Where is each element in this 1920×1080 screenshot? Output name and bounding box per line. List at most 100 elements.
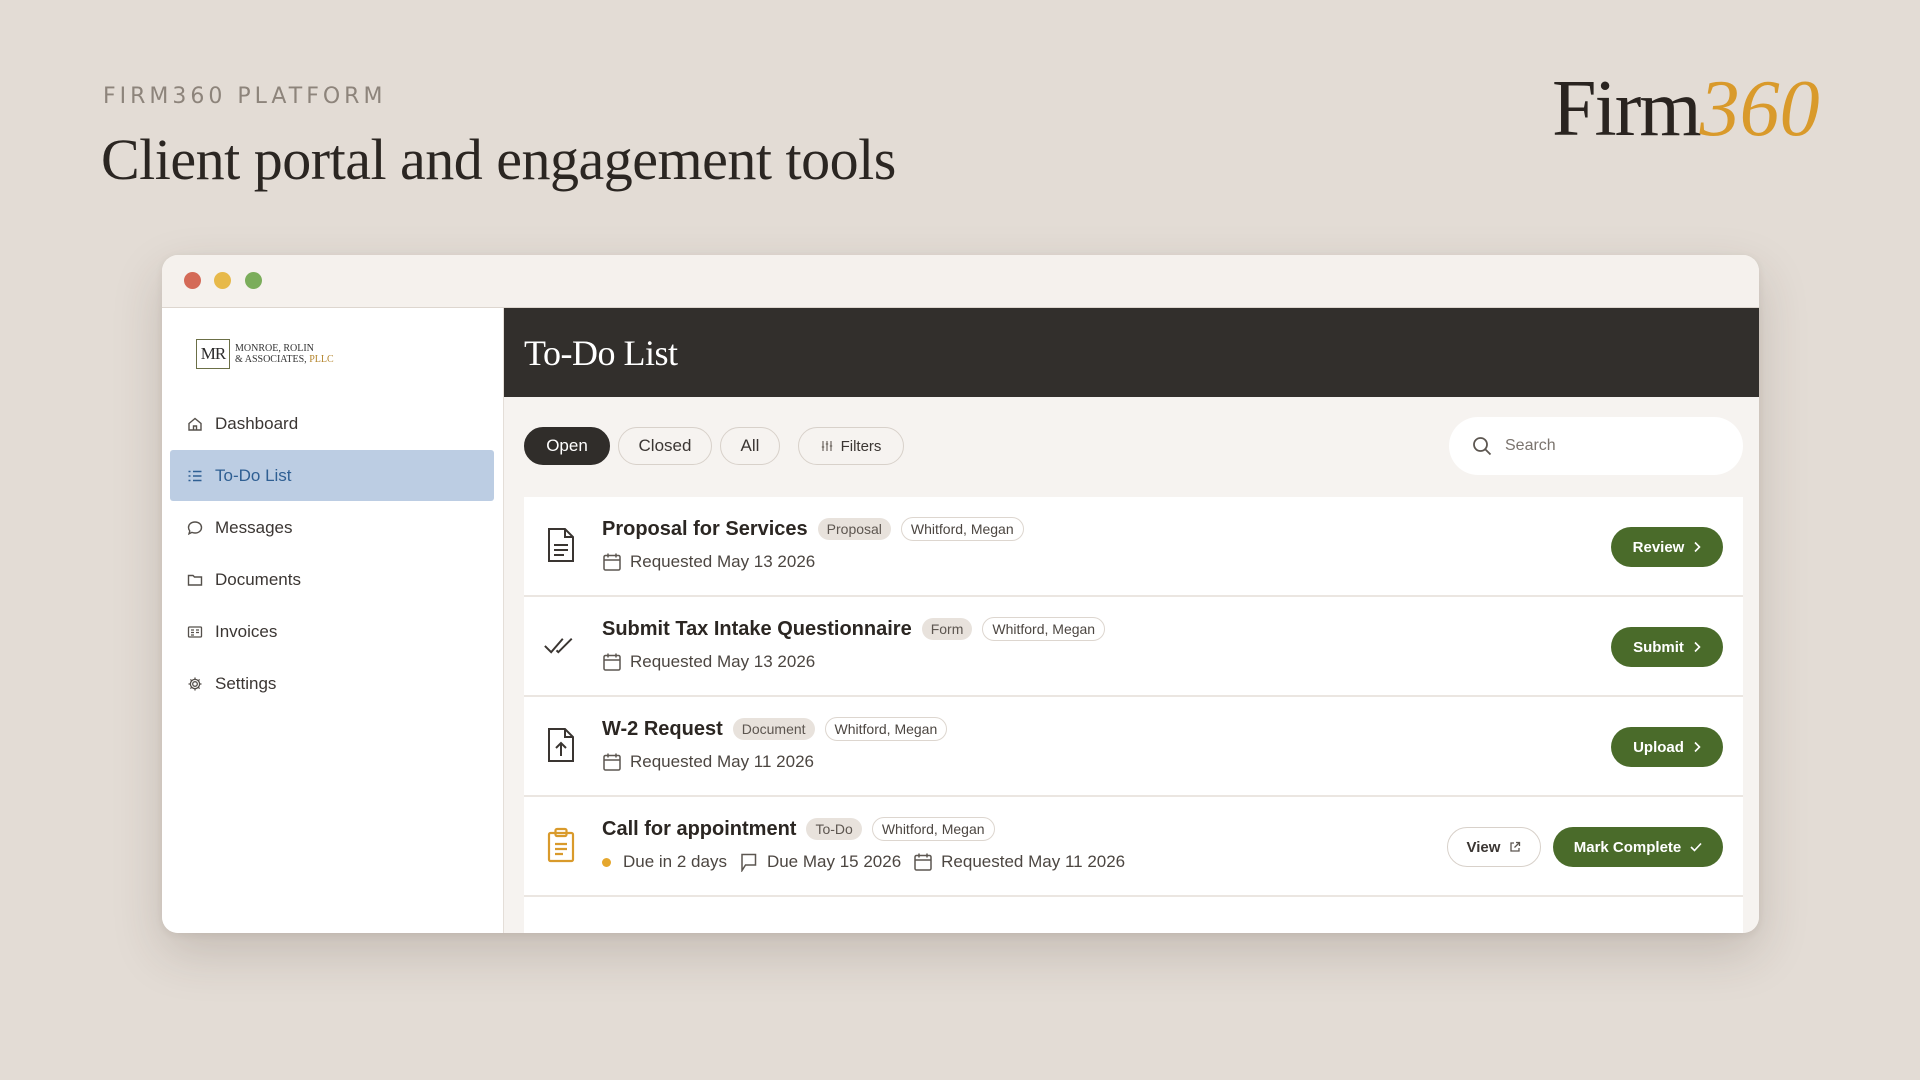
todo-due-date: Due May 15 2026	[739, 852, 901, 872]
todo-title: Call for appointment	[602, 817, 797, 840]
view-button-label: View	[1466, 838, 1501, 856]
clipboard-icon	[544, 825, 578, 865]
sidebar-item-label: To-Do List	[215, 465, 292, 485]
sidebar-item-label: Documents	[215, 569, 301, 589]
todo-type-badge: Proposal	[817, 518, 891, 540]
todo-meta: Requested May 13 2026	[602, 552, 827, 572]
todo-requested-date: Requested May 13 2026	[630, 552, 816, 571]
document-icon	[544, 525, 578, 565]
todo-type-badge: Form	[921, 618, 973, 640]
upload-button-label: Upload	[1633, 738, 1684, 756]
todo-title: Submit Tax Intake Questionnaire	[602, 617, 912, 640]
file-upload-icon	[544, 725, 578, 765]
todo-meta: Due in 2 days Due May 15 2026 Requested …	[602, 852, 1137, 872]
filters-button[interactable]: Filters	[798, 427, 904, 465]
tab-open[interactable]: Open	[524, 427, 610, 465]
sidebar-item-dashboard[interactable]: Dashboard	[170, 398, 494, 449]
todo-meta: Requested May 11 2026	[602, 752, 826, 772]
chevron-right-icon	[1693, 541, 1701, 553]
firm-logo-line2: & ASSOCIATES, PLLC	[235, 354, 334, 365]
todo-requested-date: Requested May 11 2026	[630, 752, 814, 771]
todo-due-status: Due in 2 days	[602, 852, 727, 872]
calendar-icon	[602, 552, 622, 572]
external-link-icon	[1509, 841, 1521, 853]
todo-list: Proposal for Services Proposal Whitford,…	[524, 497, 1743, 933]
calendar-icon	[913, 852, 933, 872]
todo-title-line: Submit Tax Intake Questionnaire Form Whi…	[602, 617, 1115, 641]
todo-toolbar: Open Closed All Filters	[504, 397, 1759, 497]
firm-logo-name: MONROE, ROLIN & ASSOCIATES, PLLC	[235, 343, 334, 365]
todo-item-w2-request[interactable]: W-2 Request Document Whitford, Megan Req…	[524, 697, 1743, 797]
sidebar-item-invoices[interactable]: Invoices	[170, 606, 494, 657]
todo-requested: Requested May 11 2026	[913, 852, 1125, 872]
flag-icon	[739, 852, 759, 872]
todo-item-call-appointment[interactable]: Call for appointment To-Do Whitford, Meg…	[524, 797, 1743, 897]
sidebar-item-label: Dashboard	[215, 413, 299, 433]
brand-number: 360	[1699, 65, 1820, 153]
todo-title-line: W-2 Request Document Whitford, Megan	[602, 717, 957, 741]
list-icon	[186, 467, 204, 485]
minimize-window-button[interactable]	[214, 272, 231, 289]
chat-bubble-icon	[186, 519, 204, 537]
mark-complete-button-label: Mark Complete	[1573, 838, 1682, 856]
firm-logo[interactable]: MR MONROE, ROLIN & ASSOCIATES, PLLC	[196, 338, 334, 370]
calendar-icon	[602, 752, 622, 772]
todo-assignee-badge: Whitford, Megan	[824, 717, 948, 741]
page-header: To-Do List	[504, 308, 1759, 397]
sidebar-item-label: Invoices	[215, 621, 278, 641]
due-soon-indicator	[602, 857, 611, 867]
folder-icon	[186, 571, 204, 589]
slide-headline: Client portal and engagement tools	[101, 127, 896, 192]
close-window-button[interactable]	[184, 272, 201, 289]
invoice-icon	[186, 623, 204, 641]
sidebar-item-todo-list[interactable]: To-Do List	[170, 450, 494, 501]
sliders-icon	[821, 440, 833, 452]
sidebar-item-messages[interactable]: Messages	[170, 502, 494, 553]
app-window: MR MONROE, ROLIN & ASSOCIATES, PLLC Dash…	[162, 255, 1759, 933]
check-icon	[1690, 842, 1702, 852]
submit-button[interactable]: Submit	[1611, 627, 1723, 667]
view-button[interactable]: View	[1447, 827, 1541, 867]
tab-closed[interactable]: Closed	[618, 427, 712, 465]
window-titlebar	[162, 255, 1759, 308]
slide-eyebrow: FIRM360 PLATFORM	[103, 84, 387, 109]
sidebar-item-documents[interactable]: Documents	[170, 554, 494, 605]
upload-button[interactable]: Upload	[1611, 727, 1723, 767]
submit-button-label: Submit	[1633, 638, 1684, 656]
todo-type-badge: Document	[732, 718, 815, 740]
todo-title: W-2 Request	[602, 717, 723, 740]
review-button[interactable]: Review	[1611, 527, 1723, 567]
todo-item-proposal[interactable]: Proposal for Services Proposal Whitford,…	[524, 497, 1743, 597]
mark-complete-button[interactable]: Mark Complete	[1553, 827, 1723, 867]
brand-word: Firm	[1552, 65, 1702, 153]
maximize-window-button[interactable]	[245, 272, 262, 289]
search-input[interactable]	[1505, 437, 1705, 455]
page-title: To-Do List	[524, 332, 678, 373]
todo-assignee-badge: Whitford, Megan	[982, 617, 1106, 641]
firm-logo-suffix: PLLC	[309, 354, 334, 365]
chevron-right-icon	[1693, 741, 1701, 753]
todo-due-date-text: Due May 15 2026	[766, 852, 902, 871]
search-box	[1449, 417, 1743, 475]
calendar-icon	[602, 652, 622, 672]
firm-logo-line1: MONROE, ROLIN	[235, 343, 314, 354]
todo-meta: Requested May 13 2026	[602, 652, 827, 672]
todo-requested-date: Requested May 11 2026	[941, 852, 1126, 871]
todo-assignee-badge: Whitford, Megan	[871, 817, 995, 841]
todo-item-tax-questionnaire[interactable]: Submit Tax Intake Questionnaire Form Whi…	[524, 597, 1743, 697]
sidebar-item-settings[interactable]: Settings	[170, 658, 494, 709]
tab-all[interactable]: All	[720, 427, 780, 465]
search-icon	[1471, 435, 1493, 457]
home-icon	[186, 415, 204, 433]
todo-requested: Requested May 11 2026	[602, 752, 814, 772]
main-content: To-Do List Open Closed All Filters Searc…	[504, 308, 1759, 933]
todo-requested: Requested May 13 2026	[602, 652, 815, 672]
sidebar-item-label: Settings	[215, 673, 277, 693]
todo-title-line: Proposal for Services Proposal Whitford,…	[602, 517, 1034, 541]
filters-label: Filters	[840, 437, 882, 455]
double-check-icon	[544, 625, 578, 665]
firm-logo-mark: MR	[196, 339, 230, 369]
todo-assignee-badge: Whitford, Megan	[900, 517, 1024, 541]
todo-title-line: Call for appointment To-Do Whitford, Meg…	[602, 817, 1005, 841]
sidebar: MR MONROE, ROLIN & ASSOCIATES, PLLC Dash…	[162, 308, 504, 933]
